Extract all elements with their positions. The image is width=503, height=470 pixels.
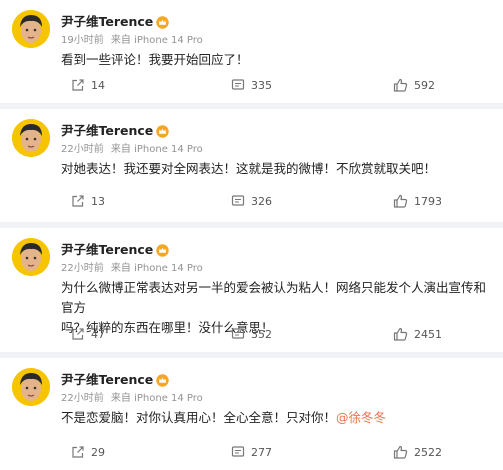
comment-button[interactable]: 352 [231,324,272,344]
comment-icon [231,328,245,339]
post-text-line: 为什么微博正常表达对另一半的爱会被认为粘人！网络只能发个人演出宣传和官方 [61,280,487,315]
post-source: 来自 iPhone 14 Pro [110,144,203,155]
post-source: 来自 iPhone 14 Pro [110,263,203,274]
avatar[interactable] [12,119,50,157]
author-name[interactable]: 尹子维Terence [61,239,153,258]
weibo-feed: 尹子维Terence 19小时前 来自 iPhone 14 Pro 看到一些评论… [0,0,503,470]
crown-badge-icon [156,242,169,257]
comment-icon [231,79,245,90]
repost-button[interactable]: 13 [71,191,105,211]
post-text: 看到一些评论！我要开始回应了！ [61,50,493,70]
like-count: 2451 [414,327,442,341]
repost-icon [72,195,84,207]
comment-button[interactable]: 335 [231,75,272,95]
repost-button[interactable]: 14 [71,75,105,95]
post-source: 来自 iPhone 14 Pro [110,393,203,404]
thumbs-up-icon [393,78,408,92]
mention-link[interactable]: @徐冬冬 [336,410,386,425]
action-bar: 29 277 2522 [0,442,503,462]
post-source: 来自 iPhone 14 Pro [110,35,203,46]
post-meta: 19小时前 来自 iPhone 14 Pro [61,31,203,46]
post-text: 不是恋爱脑！对你认真用心！全心全意！只对你！@徐冬冬 [61,408,493,428]
post-card: 尹子维Terence 19小时前 来自 iPhone 14 Pro 看到一些评论… [0,0,503,103]
repost-count: 14 [91,78,105,92]
repost-count: 29 [91,445,105,459]
post-text-content: 不是恋爱脑！对你认真用心！全心全意！只对你！ [61,410,337,425]
comment-button[interactable]: 277 [231,442,272,462]
like-count: 2522 [414,445,442,459]
action-bar: 47 352 2451 [0,324,503,344]
crown-badge-icon [156,123,169,138]
post-meta: 22小时前 来自 iPhone 14 Pro [61,140,203,155]
avatar[interactable] [12,368,50,406]
post-time[interactable]: 22小时前 [61,393,104,404]
post-meta: 22小时前 来自 iPhone 14 Pro [61,389,203,404]
crown-badge-icon [156,372,169,387]
post-time[interactable]: 22小时前 [61,263,104,274]
post-time[interactable]: 19小时前 [61,35,104,46]
post-text: 对她表达！我还要对全网表达！这就是我的微博！不欣赏就取关吧！ [61,159,493,179]
repost-icon [72,328,84,340]
comment-button[interactable]: 326 [231,191,272,211]
thumbs-up-icon [393,445,408,459]
comment-count: 352 [251,327,272,341]
post-card: 尹子维Terence 22小时前 来自 iPhone 14 Pro 不是恋爱脑！… [0,358,503,470]
post-text-content: 对她表达！我还要对全网表达！这就是我的微博！不欣赏就取关吧！ [61,161,437,176]
repost-button[interactable]: 47 [71,324,105,344]
post-time[interactable]: 22小时前 [61,144,104,155]
repost-icon [72,446,84,458]
comment-icon [231,195,245,206]
repost-icon [72,79,84,91]
author-name[interactable]: 尹子维Terence [61,120,153,139]
repost-button[interactable]: 29 [71,442,105,462]
repost-count: 13 [91,194,105,208]
comment-icon [231,446,245,457]
action-bar: 14 335 592 [0,75,503,95]
comment-count: 277 [251,445,272,459]
crown-badge-icon [156,14,169,29]
like-button[interactable]: 2451 [393,324,442,344]
thumbs-up-icon [393,327,408,341]
comment-count: 335 [251,78,272,92]
thumbs-up-icon [393,194,408,208]
action-bar: 13 326 1793 [0,191,503,211]
author-name[interactable]: 尹子维Terence [61,11,153,30]
like-button[interactable]: 592 [393,75,435,95]
like-count: 592 [414,78,435,92]
post-card: 尹子维Terence 22小时前 来自 iPhone 14 Pro 为什么微博正… [0,228,503,352]
like-button[interactable]: 1793 [393,191,442,211]
comment-count: 326 [251,194,272,208]
author-name[interactable]: 尹子维Terence [61,369,153,388]
like-button[interactable]: 2522 [393,442,442,462]
post-meta: 22小时前 来自 iPhone 14 Pro [61,259,203,274]
post-card: 尹子维Terence 22小时前 来自 iPhone 14 Pro 对她表达！我… [0,109,503,222]
repost-count: 47 [91,327,105,341]
like-count: 1793 [414,194,442,208]
post-text-content: 看到一些评论！我要开始回应了！ [61,52,249,67]
avatar[interactable] [12,10,50,48]
avatar[interactable] [12,238,50,276]
